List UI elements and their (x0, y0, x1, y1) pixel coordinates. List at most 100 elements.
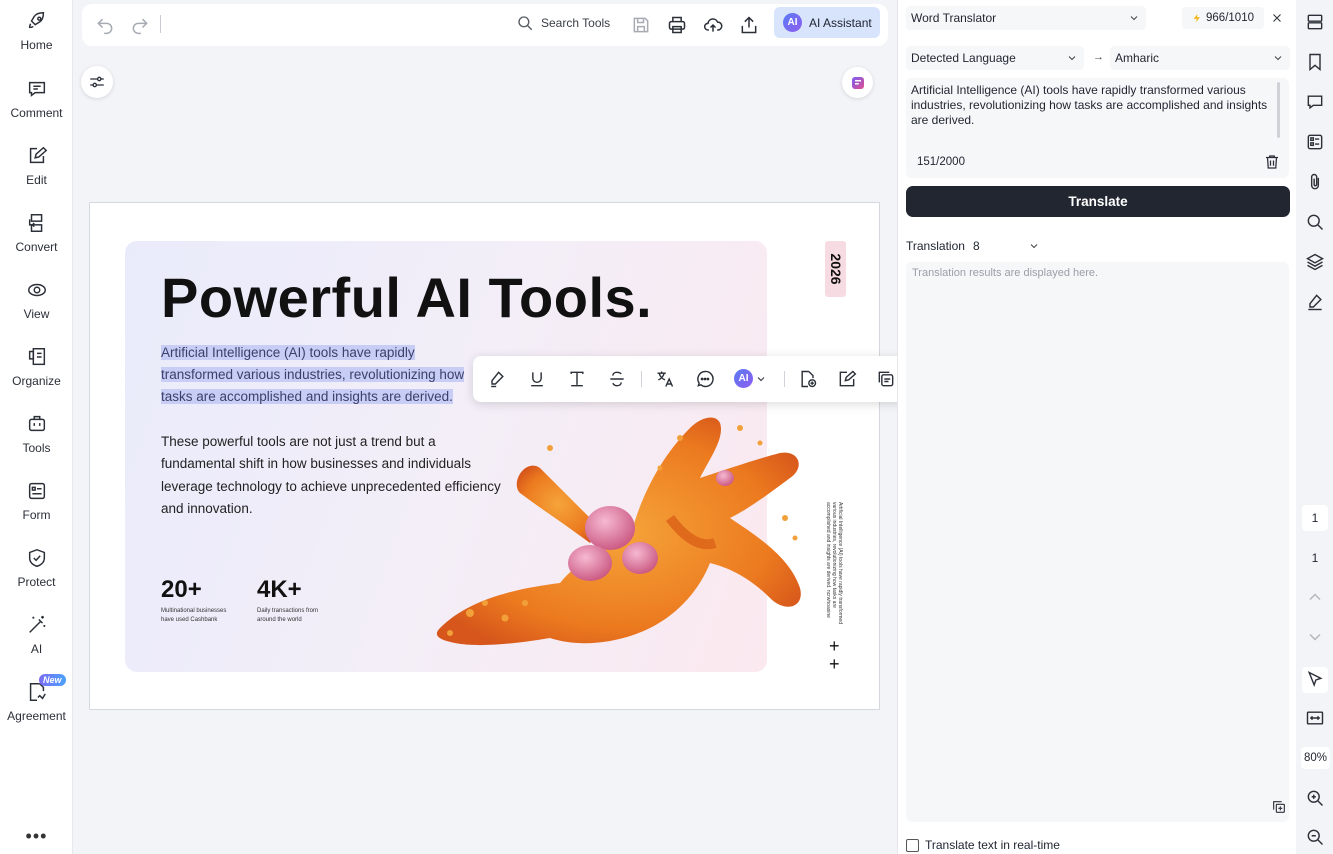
filter-settings-button[interactable] (81, 66, 113, 98)
comment-icon[interactable] (1304, 91, 1326, 113)
chat-ai-icon[interactable] (694, 368, 716, 390)
current-page-number[interactable]: 1 (1302, 505, 1328, 531)
ai-icon: AI (734, 369, 753, 388)
comment-icon (28, 81, 45, 97)
chevron-down-icon (1274, 56, 1282, 61)
highlighter-icon[interactable] (486, 368, 508, 390)
stat-description: Multinational businesses have used Cashb… (161, 608, 227, 623)
ai-menu-button[interactable]: AI (734, 369, 767, 388)
signature-icon[interactable] (1304, 291, 1326, 313)
sidebar-item-edit[interactable]: Edit (0, 145, 73, 205)
sidebar-item-organize[interactable]: Organize (0, 346, 73, 406)
coral-illustration (436, 417, 801, 646)
source-text-area[interactable]: Artificial Intelligence (AI) tools have … (906, 78, 1289, 178)
translation-result-area[interactable]: Translation results are displayed here. (906, 262, 1289, 822)
zoom-level[interactable]: 80% (1301, 747, 1330, 769)
more-icon[interactable]: ••• (0, 826, 73, 847)
ai-assistant-button[interactable]: AI AI Assistant (774, 7, 880, 38)
realtime-checkbox[interactable] (906, 838, 919, 852)
sidebar-item-label: Edit (26, 173, 47, 187)
scrollbar[interactable] (1277, 82, 1280, 138)
organize-icon (28, 348, 45, 366)
sidebar-item-form[interactable]: Form (0, 480, 73, 540)
translate-button[interactable]: Translate (906, 186, 1290, 217)
text-icon[interactable] (566, 368, 588, 390)
stat-value: 20+ (161, 576, 202, 603)
redo-icon[interactable] (128, 13, 152, 37)
sidebar-item-protect[interactable]: Protect (0, 547, 73, 607)
eye-icon (27, 283, 46, 297)
stat-value: 4K+ (257, 576, 302, 603)
sidebar-item-comment[interactable]: Comment (0, 78, 73, 138)
search-icon[interactable] (1304, 211, 1326, 233)
toolbar-divider (160, 15, 161, 33)
sidebar-item-view[interactable]: View (0, 279, 73, 339)
thumbnails-icon[interactable] (1304, 11, 1326, 33)
sidebar-item-convert[interactable]: Convert (0, 212, 73, 272)
close-icon[interactable] (1268, 9, 1286, 27)
print-icon[interactable] (665, 13, 689, 37)
zoom-out-icon[interactable] (1304, 826, 1326, 848)
chevron-down-icon (757, 376, 765, 381)
sidebar-item-label: AI (30, 642, 43, 656)
fit-width-icon[interactable] (1304, 707, 1326, 729)
sidebar-item-label: Form (22, 508, 51, 522)
realtime-label: Translate text in real-time (925, 838, 1060, 852)
translator-mode-select[interactable]: Word Translator (906, 6, 1146, 30)
search-tools-label: Search Tools (541, 16, 611, 30)
vertical-note-text: Artificial Intelligence (AI) tools have … (825, 502, 843, 624)
underline-icon[interactable] (526, 368, 548, 390)
selection-toolbar: AI (473, 356, 910, 402)
sidebar-item-label: Convert (15, 240, 58, 254)
attachment-icon[interactable] (1304, 171, 1326, 193)
sidebar-item-label: Agreement (7, 709, 66, 723)
source-language-label: Detected Language (911, 51, 1016, 65)
add-note-icon[interactable] (797, 368, 819, 390)
undo-icon[interactable] (93, 13, 117, 37)
search-tools-button[interactable]: Search Tools (516, 14, 610, 32)
chevron-up-icon[interactable] (1304, 586, 1326, 608)
share-icon[interactable] (737, 13, 761, 37)
strikethrough-icon[interactable] (606, 368, 628, 390)
sidebar-item-home[interactable]: Home (0, 10, 73, 70)
realtime-translate-option[interactable]: Translate text in real-time (906, 838, 1060, 852)
toolbox-icon (28, 415, 45, 432)
sidebar-item-label: Tools (22, 441, 51, 455)
translation-option-select[interactable]: 8 (968, 236, 1046, 256)
stat-block: 4K+ Daily transactions from around the w… (257, 576, 327, 625)
cloud-upload-icon[interactable] (701, 13, 725, 37)
sidebar-item-ai[interactable]: AI (0, 614, 73, 674)
save-icon[interactable] (629, 13, 653, 37)
edit-text-icon[interactable] (836, 368, 858, 390)
total-pages: 1 (1311, 551, 1319, 565)
selected-line: tasks are accomplished and insights are … (161, 389, 453, 404)
ai-assistant-icon: AI (783, 13, 802, 32)
arrow-icon: → (1093, 51, 1104, 63)
chevron-down-icon (1068, 56, 1076, 61)
trash-icon[interactable] (1263, 153, 1281, 171)
sidebar-item-agreement[interactable]: New Agreement (0, 674, 73, 741)
magic-wand-icon (28, 615, 45, 633)
copy-icon[interactable] (875, 368, 897, 390)
form-fields-icon[interactable] (1304, 131, 1326, 153)
stat-description: Daily transactions from around the world (257, 608, 319, 623)
translate-icon[interactable] (654, 368, 676, 390)
floating-app-button[interactable] (842, 67, 873, 98)
sidebar-item-tools[interactable]: Tools (0, 413, 73, 473)
target-language-select[interactable]: Amharic (1110, 46, 1290, 70)
source-language-select[interactable]: Detected Language (906, 46, 1084, 70)
bookmark-icon[interactable] (1304, 51, 1326, 73)
year-label: 2026 (827, 253, 844, 285)
top-toolbar: Search Tools AI AI Assistant (82, 4, 888, 46)
sidebar-item-label: Organize (12, 374, 61, 388)
translation-placeholder: Translation results are displayed here. (912, 267, 1099, 279)
document-page: Powerful AI Tools. Artificial Intelligen… (89, 202, 880, 710)
search-icon (518, 16, 533, 31)
zoom-in-icon[interactable] (1304, 787, 1326, 809)
layers-icon[interactable] (1304, 251, 1326, 273)
select-cursor-icon[interactable] (1302, 667, 1328, 693)
copy-icon[interactable] (1271, 799, 1287, 815)
app-icon (851, 76, 864, 89)
chevron-down-icon[interactable] (1304, 626, 1326, 648)
target-language-label: Amharic (1115, 51, 1160, 65)
